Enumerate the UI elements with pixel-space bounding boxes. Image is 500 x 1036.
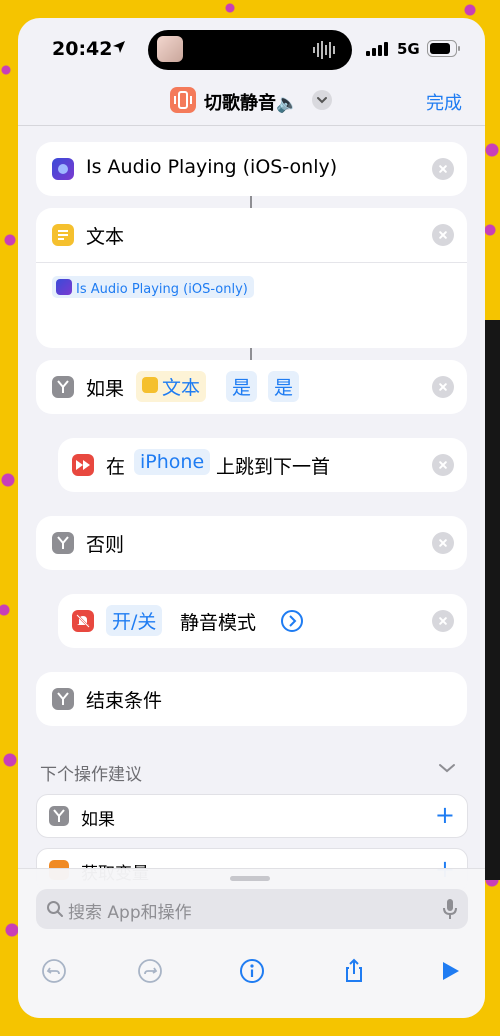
flow-connector xyxy=(250,196,252,208)
close-icon[interactable] xyxy=(432,532,454,554)
value-token[interactable]: 是 xyxy=(268,371,300,402)
shortcut-app-icon[interactable] xyxy=(170,87,196,113)
fast-forward-icon xyxy=(72,454,94,476)
title-menu-button[interactable] xyxy=(312,90,332,110)
nav-divider xyxy=(18,125,485,126)
flow-connector xyxy=(250,348,252,360)
undo-icon[interactable] xyxy=(40,957,68,985)
condition-token[interactable]: 是 xyxy=(226,371,258,402)
now-playing-thumbnail xyxy=(157,36,183,62)
chevron-down-icon xyxy=(317,97,327,104)
signal-bars-icon xyxy=(366,42,388,56)
nav-bar: 切歌静音🔈 完成 xyxy=(18,82,485,126)
play-icon[interactable] xyxy=(436,957,464,985)
action-label: 否则 xyxy=(86,534,125,556)
plus-icon[interactable]: + xyxy=(435,803,455,827)
close-icon[interactable] xyxy=(432,158,454,180)
action-label-suffix: 上跳到下一首 xyxy=(216,456,331,478)
branch-icon xyxy=(52,688,74,710)
chevron-down-icon[interactable] xyxy=(438,762,456,774)
text-icon xyxy=(52,224,74,246)
branch-icon xyxy=(52,376,74,398)
waveform-icon xyxy=(313,41,335,59)
action-label-suffix: 静音模式 xyxy=(180,612,257,634)
close-icon[interactable] xyxy=(432,454,454,476)
phone-screen: 20:42 5G 切歌静音🔈 完成 Is Audio Playing (iOS-… xyxy=(18,18,485,1018)
battery-icon xyxy=(427,40,460,57)
phone-vibrate-icon xyxy=(174,91,192,109)
branch-icon xyxy=(52,532,74,554)
search-input[interactable]: 搜索 App和操作 xyxy=(36,889,468,929)
search-icon xyxy=(47,901,63,917)
done-button[interactable]: 完成 xyxy=(426,89,462,115)
suggestion-label: 如果 xyxy=(81,810,115,830)
close-icon[interactable] xyxy=(432,610,454,632)
action-label: 结束条件 xyxy=(86,690,163,712)
action-label: 在 xyxy=(106,456,126,478)
siri-shortcut-icon xyxy=(52,158,74,180)
action-if[interactable]: 如果 文本 是 是 xyxy=(36,360,467,414)
branch-icon xyxy=(49,806,69,826)
action-skip-next[interactable]: 在 iPhone 上跳到下一首 xyxy=(58,438,467,492)
text-variable-token[interactable]: 文本 xyxy=(136,371,207,402)
microphone-icon[interactable] xyxy=(442,898,458,920)
siri-shortcut-icon xyxy=(56,279,72,295)
sheet-grabber[interactable] xyxy=(230,876,270,881)
suggestion-item[interactable]: 如果 + xyxy=(36,794,468,838)
suggestions-title: 下个操作建议 xyxy=(40,765,142,785)
close-icon[interactable] xyxy=(432,224,454,246)
device-token[interactable]: iPhone xyxy=(134,449,211,475)
action-text[interactable]: 文本 Is Audio Playing (iOS-only) xyxy=(36,208,467,348)
redo-icon[interactable] xyxy=(136,957,164,985)
action-label: Is Audio Playing (iOS-only) xyxy=(86,156,338,178)
close-icon[interactable] xyxy=(432,376,454,398)
network-type: 5G xyxy=(397,40,420,58)
info-icon[interactable] xyxy=(238,957,266,985)
action-search-panel: 搜索 App和操作 xyxy=(18,868,485,1018)
search-placeholder: 搜索 App和操作 xyxy=(68,903,192,923)
token-label: 文本 xyxy=(162,377,201,399)
action-otherwise[interactable]: 否则 xyxy=(36,516,467,570)
action-label: 如果 xyxy=(86,378,125,400)
status-bar: 20:42 5G xyxy=(18,18,485,82)
chevron-right-circle-icon[interactable] xyxy=(280,609,304,633)
variable-chip-label: Is Audio Playing (iOS-only) xyxy=(76,282,248,297)
location-arrow-icon xyxy=(113,41,125,53)
silent-bell-icon xyxy=(72,610,94,632)
action-is-audio-playing[interactable]: Is Audio Playing (iOS-only) xyxy=(36,142,467,196)
action-silent-mode[interactable]: 开/关 静音模式 xyxy=(58,594,467,648)
status-time: 20:42 xyxy=(52,38,113,60)
card-divider xyxy=(36,262,467,263)
text-icon xyxy=(142,377,158,393)
variable-chip[interactable]: Is Audio Playing (iOS-only) xyxy=(52,276,254,298)
background-photo-strip xyxy=(484,320,500,880)
action-end-if[interactable]: 结束条件 xyxy=(36,672,467,726)
share-icon[interactable] xyxy=(340,957,368,985)
shortcut-title[interactable]: 切歌静音🔈 xyxy=(204,89,298,115)
toggle-token[interactable]: 开/关 xyxy=(106,605,163,636)
action-label: 文本 xyxy=(86,226,125,248)
dynamic-island[interactable] xyxy=(148,30,352,70)
